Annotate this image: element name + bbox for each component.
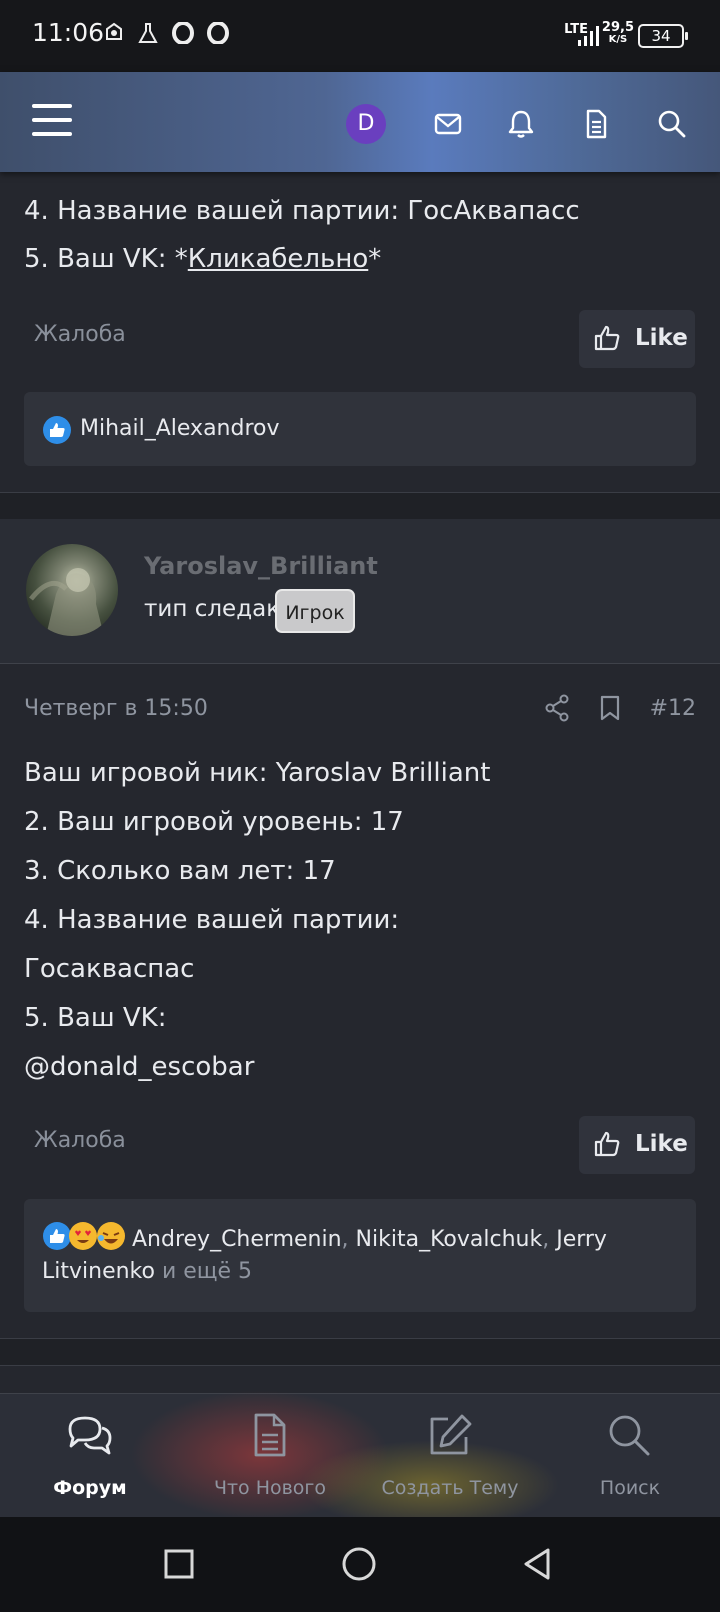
- post-divider: [0, 492, 720, 520]
- nav-label: Форум: [53, 1477, 127, 1499]
- user-role-badge: Игрок: [275, 589, 355, 633]
- opera-icon: [172, 21, 194, 49]
- post-divider: [0, 1338, 720, 1366]
- status-time: 11:06: [32, 18, 105, 47]
- reaction-user[interactable]: Andrey_Chermenin: [132, 1227, 342, 1252]
- back-button[interactable]: [522, 1547, 552, 1585]
- signal-icon: [578, 26, 600, 50]
- reaction-user[interactable]: Nikita_Kovalchuk: [356, 1227, 543, 1252]
- bookmark-icon[interactable]: [598, 694, 622, 726]
- post-text-line: @donald_escobar: [24, 1052, 255, 1082]
- net-speed-value: 29,5: [601, 20, 634, 35]
- report-link[interactable]: Жалоба: [34, 1128, 126, 1153]
- nav-whats-new[interactable]: Что Нового: [180, 1393, 360, 1517]
- nav-forum[interactable]: Форум: [0, 1393, 180, 1517]
- nav-search[interactable]: Поиск: [540, 1393, 720, 1517]
- like-reaction-icon: [42, 415, 72, 449]
- app-header: D: [0, 72, 720, 172]
- reaction-users-line2: Litvinenko и ещё 5: [42, 1259, 252, 1284]
- post-text-line: 5. Ваш VK: *Кликабельно*: [24, 244, 381, 274]
- recents-button[interactable]: [164, 1549, 194, 1583]
- document-icon[interactable]: [580, 108, 612, 140]
- separator: ,: [542, 1227, 557, 1252]
- report-link[interactable]: Жалоба: [34, 322, 126, 347]
- bell-icon[interactable]: [505, 108, 537, 140]
- nav-label: Что Нового: [213, 1477, 327, 1499]
- post-text-line: 3. Сколько вам лет: 17: [24, 856, 336, 886]
- notification-icon: [104, 22, 124, 47]
- system-nav-bar: [0, 1517, 720, 1612]
- reactions-bar[interactable]: Andrey_Chermenin, Nikita_Kovalchuk, Jerr…: [24, 1199, 696, 1312]
- post-date[interactable]: Четверг в 15:50: [24, 696, 208, 721]
- battery-indicator: 34: [638, 24, 688, 48]
- vk-label: 5. Ваш VK: *: [24, 244, 188, 274]
- post-number[interactable]: #12: [650, 696, 696, 721]
- vk-suffix: *: [368, 244, 382, 274]
- laugh-reaction-icon: [96, 1221, 126, 1255]
- reaction-users: Andrey_Chermenin, Nikita_Kovalchuk, Jerr…: [132, 1221, 682, 1259]
- home-button[interactable]: [342, 1547, 376, 1585]
- document-icon: [254, 1413, 286, 1457]
- like-label: Like: [635, 1131, 688, 1157]
- reaction-user[interactable]: Jerry: [556, 1227, 607, 1252]
- user-avatar[interactable]: [26, 544, 118, 636]
- share-icon[interactable]: [544, 694, 570, 726]
- thumbs-up-icon: [594, 1131, 620, 1157]
- mail-icon[interactable]: [432, 108, 464, 140]
- menu-icon[interactable]: [32, 104, 72, 140]
- post-text-line: 4. Название вашей партии:: [24, 905, 400, 935]
- like-button[interactable]: Like: [579, 1116, 695, 1174]
- love-reaction-icon: [68, 1221, 98, 1255]
- like-label: Like: [635, 325, 688, 351]
- post-text-line: Ваш игровой ник: Yaroslav Brilliant: [24, 758, 491, 788]
- forum-icon: [68, 1416, 112, 1455]
- nav-label: Создать Тему: [381, 1477, 519, 1499]
- post-text-line: 5. Ваш VK:: [24, 1003, 167, 1033]
- username[interactable]: Yaroslav_Brilliant: [144, 552, 378, 580]
- reaction-user[interactable]: Litvinenko: [42, 1259, 155, 1284]
- edit-icon: [430, 1414, 472, 1455]
- nav-create-thread[interactable]: Создать Тему: [360, 1393, 540, 1517]
- reaction-user[interactable]: Mihail_Alexandrov: [80, 416, 280, 441]
- post-text-line: 2. Ваш игровой уровень: 17: [24, 807, 404, 837]
- opera-icon-2: [207, 21, 229, 49]
- user-avatar-button[interactable]: D: [346, 104, 386, 144]
- like-button[interactable]: Like: [579, 310, 695, 368]
- more-reactions[interactable]: и ещё 5: [155, 1259, 252, 1284]
- net-speed: 29,5 K/S: [601, 20, 634, 46]
- vk-link[interactable]: Кликабельно: [188, 244, 369, 274]
- thumbs-up-icon: [594, 325, 620, 351]
- post-text-line: 4. Название вашей партии: ГосАквапасс: [24, 196, 580, 226]
- search-icon: [609, 1415, 650, 1456]
- post-text-line: Госакваспас: [24, 954, 195, 984]
- search-icon[interactable]: [656, 108, 688, 140]
- separator: ,: [341, 1227, 356, 1252]
- flask-icon: [138, 22, 158, 49]
- reactions-bar[interactable]: Mihail_Alexandrov: [24, 392, 696, 466]
- net-speed-unit: K/S: [608, 34, 628, 45]
- user-title: тип следак: [144, 596, 281, 622]
- nav-label: Поиск: [599, 1477, 661, 1499]
